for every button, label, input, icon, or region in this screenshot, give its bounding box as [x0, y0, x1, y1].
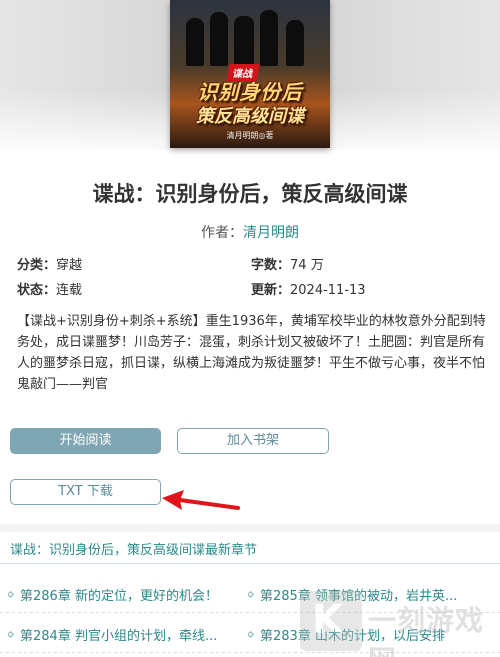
book-title: 谍战：识别身份后，策反高级间谍	[92, 182, 408, 206]
updated-value: 2024-11-13	[290, 283, 366, 298]
bullet-icon	[8, 630, 15, 639]
chapter-title: 第284章 判官小组的计划，牵线...	[20, 629, 218, 644]
chapter-title: 第286章 新的定位，更好的机会！	[20, 589, 218, 604]
category-label: 分类：	[17, 258, 57, 273]
book-cover[interactable]: 谍战 识别身份后 策反高级间谍 清月明朗◎著	[170, 0, 330, 148]
site-watermark: K 一刻游戏网	[300, 585, 500, 657]
meta-words: 字数：74 万	[251, 254, 324, 273]
bullet-icon	[8, 590, 15, 599]
words-value: 74 万	[290, 258, 324, 273]
words-label: 字数：	[251, 258, 291, 273]
chapter-link[interactable]: 第286章 新的定位，更好的机会！	[8, 585, 238, 604]
category-value: 穿越	[56, 258, 83, 273]
cover-art	[170, 8, 330, 66]
status-label: 状态：	[17, 283, 57, 298]
watermark-text: 一刻游戏网	[368, 604, 485, 657]
watermark-mark: K	[312, 597, 343, 643]
author-link[interactable]: 清月明朗	[243, 225, 299, 241]
meta-status: 状态：连载	[17, 279, 82, 298]
updated-label: 更新：	[251, 283, 291, 298]
cover-title-line2: 策反高级间谍	[196, 106, 304, 127]
red-arrow-annotation	[162, 490, 240, 510]
author-line: 作者：清月明朗	[0, 222, 500, 242]
book-intro: 【谍战+识别身份+刺杀+系统】重生1936年，黄埔军校毕业的林牧意外分配到特务处…	[17, 314, 486, 392]
txt-download-button[interactable]: TXT 下载	[10, 479, 161, 505]
start-reading-button[interactable]: 开始阅读	[10, 428, 161, 454]
status-value: 连载	[56, 283, 83, 298]
bullet-icon	[248, 630, 255, 639]
chapter-link[interactable]: 第284章 判官小组的计划，牵线...	[8, 625, 238, 644]
meta-updated: 更新：2024-11-13	[251, 279, 366, 298]
section-divider	[0, 524, 500, 532]
meta-category: 分类：穿越	[17, 254, 82, 273]
add-to-shelf-button[interactable]: 加入书架	[177, 428, 329, 454]
watermark-logo-icon: K	[300, 591, 362, 651]
latest-chapters-heading: 谍战：识别身份后，策反高级间谍最新章节	[0, 532, 500, 564]
author-label: 作者：	[201, 225, 243, 241]
cover-title-line1: 识别身份后	[197, 80, 303, 104]
cover-author: 清月明朗◎著	[226, 131, 274, 140]
bullet-icon	[248, 590, 255, 599]
